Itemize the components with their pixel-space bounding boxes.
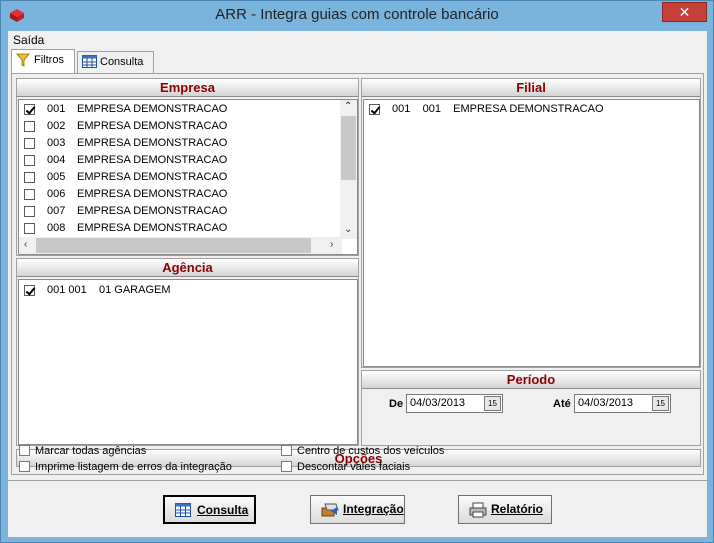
empresa-checkbox[interactable] xyxy=(24,189,35,200)
window-title: ARR - Integra guias com controle bancári… xyxy=(215,6,499,23)
integration-icon xyxy=(321,503,339,517)
consulta-button-label: Consulta xyxy=(197,503,249,517)
scroll-up-icon[interactable]: ⌃ xyxy=(344,101,352,112)
empresa-code: 003 xyxy=(47,137,66,149)
list-item[interactable]: 007 EMPRESA DEMONSTRACAO xyxy=(19,203,342,220)
funnel-icon xyxy=(16,53,30,67)
periodo-title: Período xyxy=(362,371,700,389)
empresa-code: 007 xyxy=(47,205,66,217)
scroll-right-icon[interactable]: › xyxy=(330,239,333,250)
empresa-code: 006 xyxy=(47,188,66,200)
table-icon xyxy=(82,55,97,68)
menu-item-saida[interactable]: Saída xyxy=(13,33,44,47)
agencia-list[interactable]: 001 001 01 GARAGEM xyxy=(18,279,358,445)
option-label: Marcar todas agências xyxy=(35,445,147,457)
client-area: Saída Filtros Consulta Empresa 001 EMPRE… xyxy=(8,31,707,537)
tab-filtros-label: Filtros xyxy=(34,54,64,66)
menu-bar: Saída xyxy=(8,31,707,49)
divider xyxy=(8,480,707,481)
integracao-button[interactable]: Integração xyxy=(310,495,405,524)
tab-consulta-label: Consulta xyxy=(100,56,144,68)
printer-icon xyxy=(469,502,487,518)
list-item[interactable]: 004 EMPRESA DEMONSTRACAO xyxy=(19,152,342,169)
empresa-code: 008 xyxy=(47,222,66,234)
list-item[interactable]: 001 001 01 GARAGEM xyxy=(19,282,357,299)
empresa-code: 001 xyxy=(47,103,66,115)
empresa-name: EMPRESA DEMONSTRACAO xyxy=(77,205,228,217)
filial-group: Filial 001 001 EMPRESA DEMONSTRACAO xyxy=(361,78,701,368)
option-checkbox[interactable] xyxy=(19,461,30,472)
tab-filtros[interactable]: Filtros xyxy=(11,49,75,73)
empresa-list[interactable]: 001 EMPRESA DEMONSTRACAO 002 EMPRESA DEMONS… xyxy=(18,99,358,255)
empresa-checkbox[interactable] xyxy=(24,206,35,217)
de-date-value: 04/03/2013 xyxy=(410,397,466,409)
relatorio-button-label: Relatório xyxy=(491,502,544,516)
list-item[interactable]: 005 EMPRESA DEMONSTRACAO xyxy=(19,169,342,186)
periodo-group: Período De 04/03/2013 15 Até 04/03/2013 … xyxy=(361,370,701,446)
empresa-name: EMPRESA DEMONSTRACAO xyxy=(77,103,228,115)
agencia-title: Agência xyxy=(17,259,358,277)
empresa-code: 005 xyxy=(47,171,66,183)
empresa-name: EMPRESA DEMONSTRACAO xyxy=(77,188,228,200)
filial-text: 001 001 EMPRESA DEMONSTRACAO xyxy=(392,103,604,115)
empresa-rows: 001 EMPRESA DEMONSTRACAO 002 EMPRESA DEMONS… xyxy=(19,101,342,237)
empresa-checkbox[interactable] xyxy=(24,223,35,234)
agencia-text: 001 001 01 GARAGEM xyxy=(47,284,171,296)
calendar-icon[interactable]: 15 xyxy=(652,396,669,411)
empresa-group: Empresa 001 EMPRESA DEMONSTRACAO 002 EMPRES… xyxy=(16,78,359,256)
empresa-checkbox[interactable] xyxy=(24,104,35,115)
opcoes-group: Marcar todas agências Imprime listagem d… xyxy=(15,441,700,477)
app-window: ARR - Integra guias com controle bancári… xyxy=(0,0,714,543)
calendar-icon[interactable]: 15 xyxy=(484,396,501,411)
empresa-hscroll-thumb[interactable] xyxy=(36,238,311,253)
integracao-button-label: Integração xyxy=(343,502,404,516)
empresa-vscroll-thumb[interactable] xyxy=(341,116,356,180)
close-button[interactable]: ✕ xyxy=(662,2,707,22)
option-label: Centro de custos dos veículos xyxy=(297,445,445,457)
tab-consulta[interactable]: Consulta xyxy=(77,51,154,73)
option-label: Imprime listagem de erros da integração xyxy=(35,461,232,473)
scroll-left-icon[interactable]: ‹ xyxy=(24,239,27,250)
ate-label: Até xyxy=(553,398,571,410)
list-item[interactable]: 001 001 EMPRESA DEMONSTRACAO xyxy=(364,101,699,118)
option-checkbox[interactable] xyxy=(19,445,30,456)
empresa-checkbox[interactable] xyxy=(24,138,35,149)
empresa-code: 002 xyxy=(47,120,66,132)
ate-date-value: 04/03/2013 xyxy=(578,397,634,409)
empresa-title: Empresa xyxy=(17,79,358,97)
empresa-name: EMPRESA DEMONSTRACAO xyxy=(77,171,228,183)
empresa-hscrollbar[interactable]: ‹ › xyxy=(19,237,342,254)
list-item[interactable]: 008 EMPRESA DEMONSTRACAO xyxy=(19,220,342,237)
option-checkbox[interactable] xyxy=(281,445,292,456)
list-item[interactable]: 006 EMPRESA DEMONSTRACAO xyxy=(19,186,342,203)
de-date-field[interactable]: 04/03/2013 15 xyxy=(406,394,503,413)
de-label: De xyxy=(389,398,404,410)
empresa-name: EMPRESA DEMONSTRACAO xyxy=(77,154,228,166)
title-bar[interactable]: ARR - Integra guias com controle bancári… xyxy=(1,1,713,31)
empresa-checkbox[interactable] xyxy=(24,155,35,166)
scroll-down-icon[interactable]: ⌄ xyxy=(344,224,352,235)
table-icon xyxy=(175,503,191,517)
option-checkbox[interactable] xyxy=(281,461,292,472)
agencia-checkbox[interactable] xyxy=(24,285,35,296)
empresa-name: EMPRESA DEMONSTRACAO xyxy=(77,120,228,132)
empresa-name: EMPRESA DEMONSTRACAO xyxy=(77,137,228,149)
empresa-vscrollbar[interactable]: ⌃ ⌄ xyxy=(340,100,357,239)
filtros-panel: Empresa 001 EMPRESA DEMONSTRACAO 002 EMPRES… xyxy=(11,73,704,475)
list-item[interactable]: 001 EMPRESA DEMONSTRACAO xyxy=(19,101,342,118)
empresa-checkbox[interactable] xyxy=(24,121,35,132)
empresa-code: 004 xyxy=(47,154,66,166)
empresa-name: EMPRESA DEMONSTRACAO xyxy=(77,222,228,234)
filial-title: Filial xyxy=(362,79,700,97)
list-item[interactable]: 002 EMPRESA DEMONSTRACAO xyxy=(19,118,342,135)
relatorio-button[interactable]: Relatório xyxy=(458,495,552,524)
agencia-group: Agência 001 001 01 GARAGEM xyxy=(16,258,359,446)
empresa-checkbox[interactable] xyxy=(24,172,35,183)
consulta-button[interactable]: Consulta xyxy=(163,495,256,524)
filial-checkbox[interactable] xyxy=(369,104,380,115)
option-label: Descontar vales faciais xyxy=(297,461,411,473)
ate-date-field[interactable]: 04/03/2013 15 xyxy=(574,394,671,413)
filial-list[interactable]: 001 001 EMPRESA DEMONSTRACAO xyxy=(363,99,700,367)
list-item[interactable]: 003 EMPRESA DEMONSTRACAO xyxy=(19,135,342,152)
